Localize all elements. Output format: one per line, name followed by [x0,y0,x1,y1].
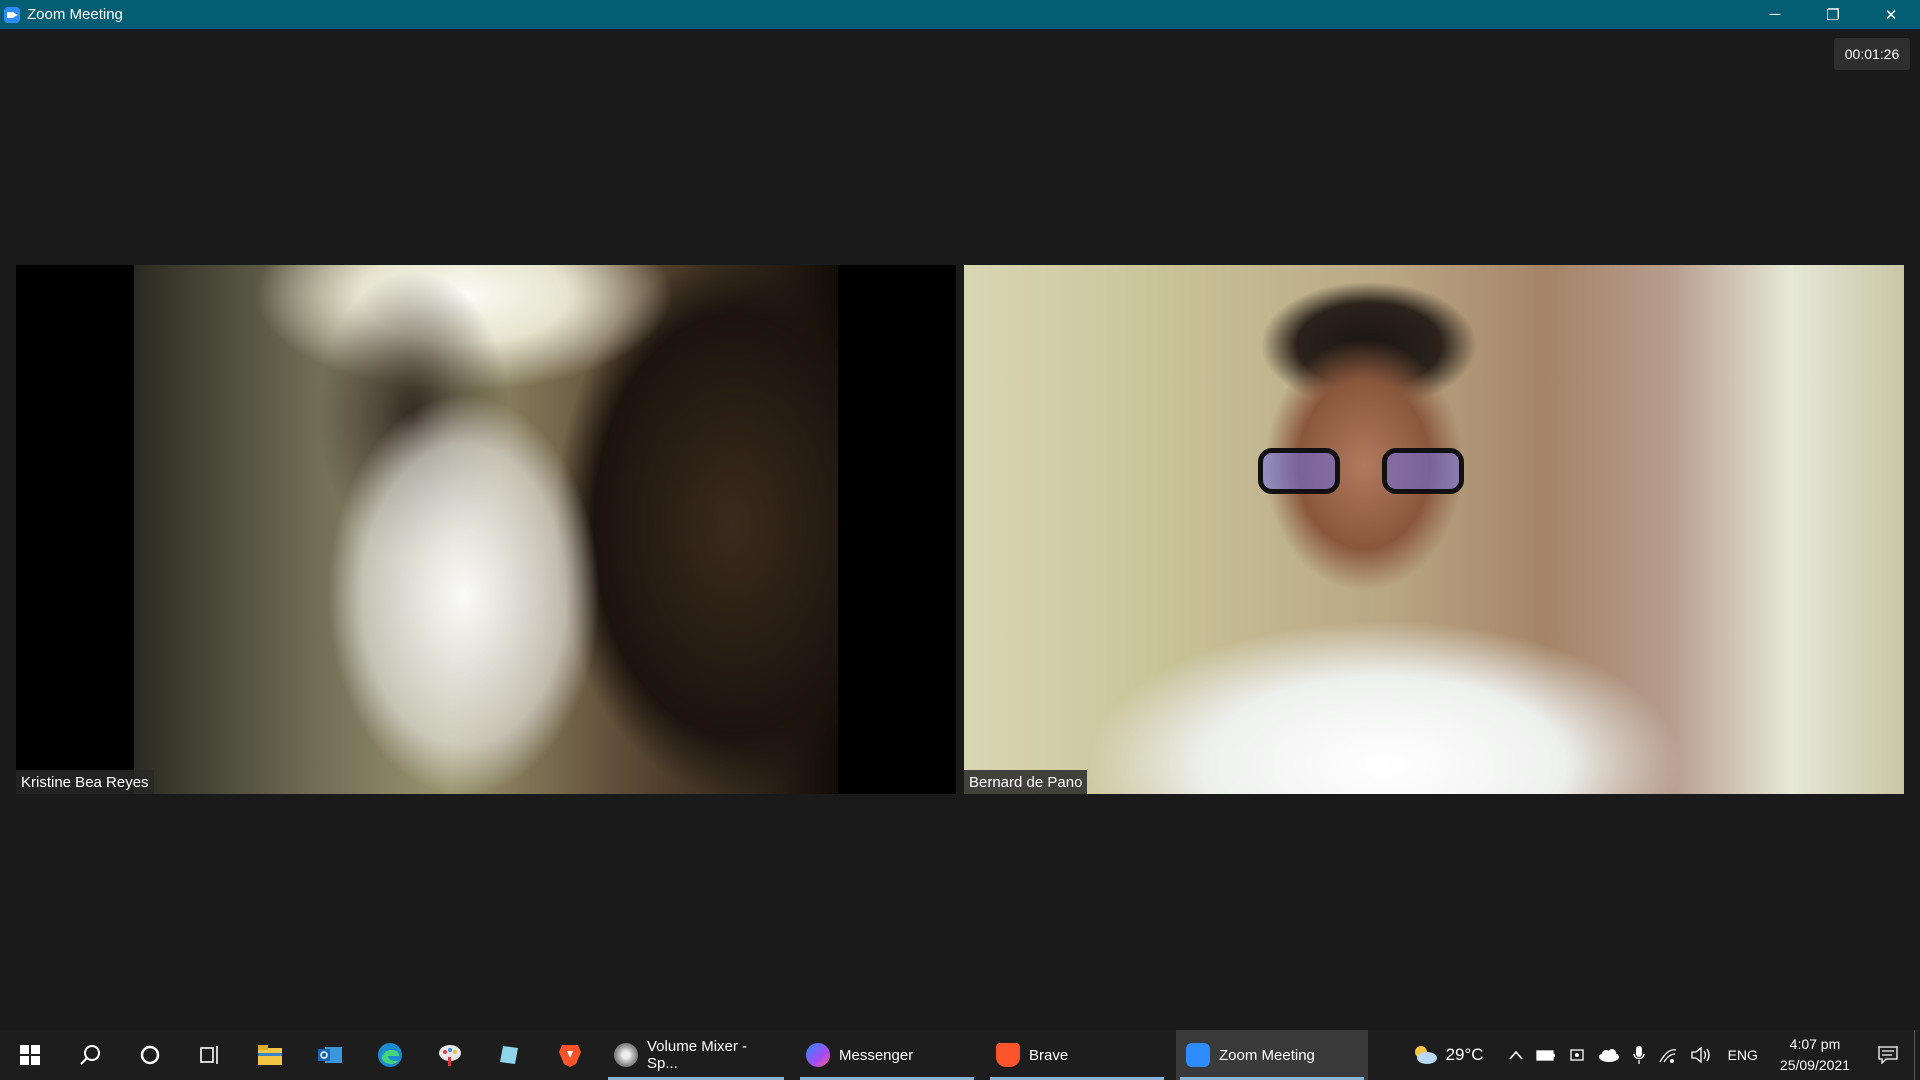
network-icon[interactable] [1652,1030,1684,1080]
onedrive-cloud-icon[interactable] [1592,1030,1626,1080]
file-explorer-icon[interactable] [240,1030,300,1080]
system-clock[interactable]: 4:07 pm 25/09/2021 [1768,1034,1862,1076]
notification-center-icon[interactable] [1862,1030,1914,1080]
zoom-icon [1186,1043,1210,1067]
participant-name-tag: Bernard de Pano [964,770,1088,794]
taskbar-app-volume-mixer[interactable]: Volume Mixer - Sp... [604,1030,788,1080]
glasses-shape [1258,448,1468,496]
weather-temperature: 29°C [1445,1045,1484,1064]
windows-start-icon[interactable] [0,1030,60,1080]
clock-date: 25/09/2021 [1779,1057,1850,1073]
video-tile-participant-2[interactable]: Bernard de Pano [964,265,1904,794]
participant-name-tag: Kristine Bea Reyes [16,770,154,794]
show-hidden-icons-chevron-icon[interactable] [1502,1030,1530,1080]
outlook-icon[interactable] [300,1030,360,1080]
video-feed [964,265,1904,794]
taskbar-app-label: Zoom Meeting [1219,1046,1315,1064]
video-feed [134,265,838,794]
battery-icon[interactable] [1530,1030,1562,1080]
task-view-icon[interactable] [180,1030,240,1080]
clock-time: 4:07 pm [1789,1036,1841,1052]
taskbar-app-brave[interactable]: Brave [986,1030,1168,1080]
messenger-icon [806,1043,830,1067]
title-bar: Zoom Meeting ─ ❐ ✕ [0,0,1920,29]
show-desktop-button[interactable] [1914,1030,1920,1080]
taskbar-app-messenger[interactable]: Messenger [796,1030,978,1080]
brave-icon[interactable] [540,1030,600,1080]
notes-icon[interactable] [480,1030,540,1080]
edge-icon[interactable] [360,1030,420,1080]
meeting-timer: 00:01:26 [1834,38,1910,70]
windows-taskbar: Volume Mixer - Sp... Messenger Brave Zoo… [0,1030,1920,1080]
language-indicator[interactable]: ENG [1718,1030,1768,1080]
weather-cloud-icon [1414,1046,1437,1064]
zoom-app-icon [4,6,20,23]
minimize-button[interactable]: ─ [1746,0,1804,29]
restore-button[interactable]: ❐ [1804,0,1862,29]
window-title: Zoom Meeting [27,6,123,23]
brave-icon [996,1043,1020,1067]
device-icon[interactable] [1562,1030,1592,1080]
weather-widget[interactable]: 29°C [1405,1030,1490,1080]
speaker-icon[interactable] [1684,1030,1718,1080]
video-tile-participant-1[interactable]: Kristine Bea Reyes [16,265,956,794]
microphone-icon[interactable] [1626,1030,1652,1080]
taskbar-app-label: Messenger [839,1046,914,1064]
search-icon[interactable] [60,1030,120,1080]
volume-mixer-icon [614,1043,638,1067]
taskbar-app-label: Volume Mixer - Sp... [647,1038,748,1072]
paint-icon[interactable] [420,1030,480,1080]
system-tray: 29°C ENG 4:07 pm 25/09/2021 [1405,1030,1920,1080]
taskbar-app-label: Brave [1029,1046,1069,1064]
taskbar-app-zoom-meeting[interactable]: Zoom Meeting [1176,1030,1368,1080]
close-button[interactable]: ✕ [1862,0,1920,29]
cortana-icon[interactable] [120,1030,180,1080]
window-controls: ─ ❐ ✕ [1746,0,1920,29]
